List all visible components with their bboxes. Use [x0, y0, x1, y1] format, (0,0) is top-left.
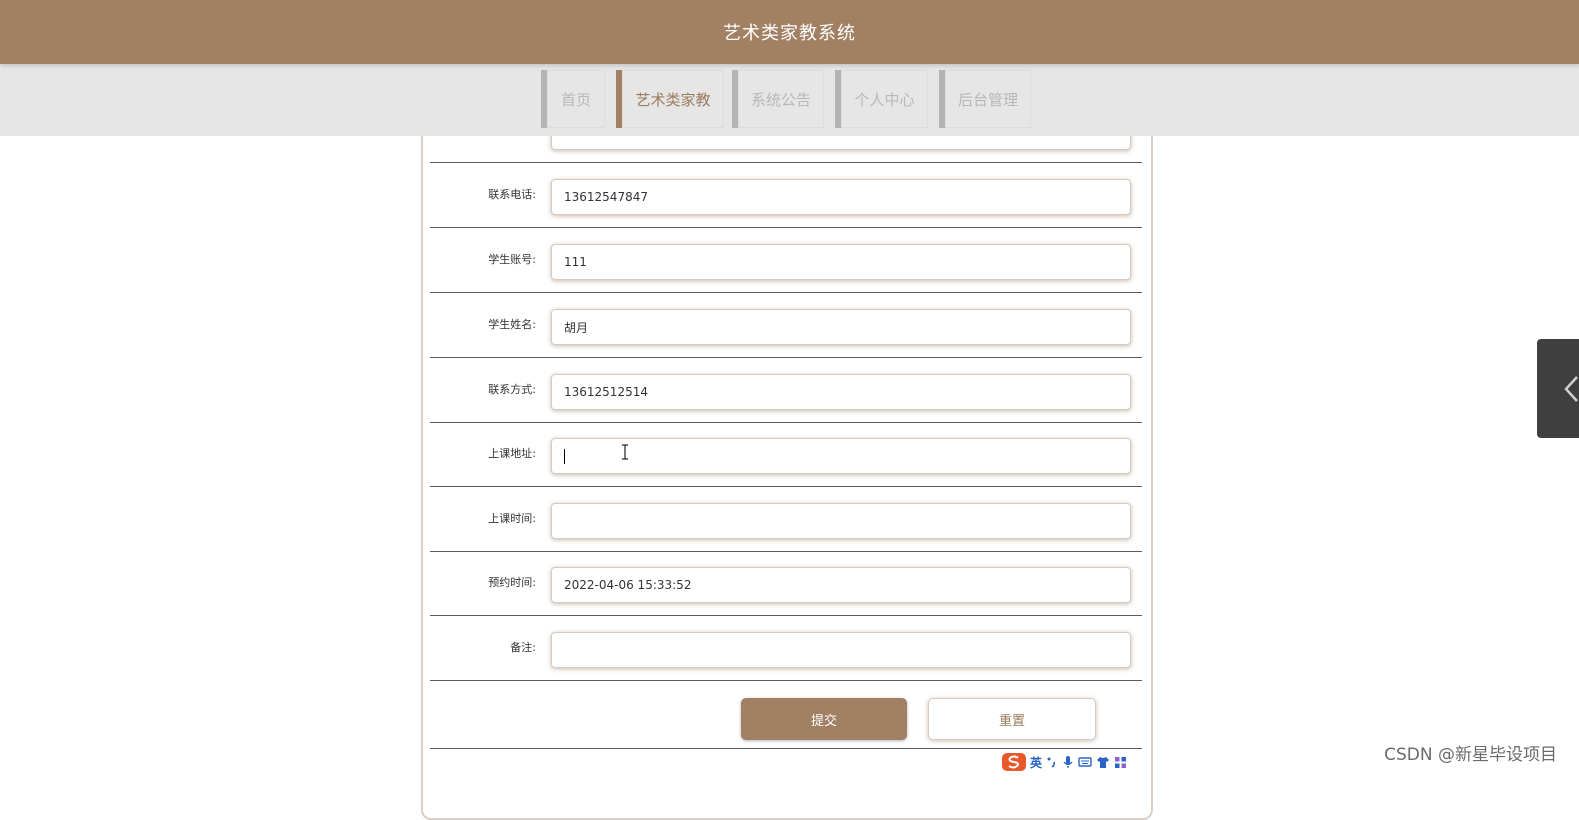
ime-toolbar[interactable]: 英	[1002, 751, 1150, 773]
sogou-logo-icon	[1002, 752, 1026, 772]
student-account-input[interactable]: 111	[551, 244, 1131, 280]
nav-item-announcements[interactable]: 系统公告	[732, 70, 824, 128]
contact-phone-input[interactable]: 13612547847	[551, 179, 1131, 215]
nav-item-personal-center[interactable]: 个人中心	[835, 70, 928, 128]
field-label: 上课时间:	[488, 512, 536, 525]
main-nav: 首页 艺术类家教 系统公告 个人中心 后台管理	[0, 64, 1579, 136]
form-row-contact-method: 联系方式: 13612512514	[430, 357, 1142, 423]
nav-item-label: 首页	[560, 90, 591, 109]
toolbox-grid-icon[interactable]	[1114, 756, 1127, 769]
nav-item-label: 个人中心	[854, 90, 915, 109]
booking-time-input[interactable]: 2022-04-06 15:33:52	[551, 567, 1131, 603]
form-row-remarks: 备注:	[430, 615, 1142, 681]
app-title: 艺术类家教系统	[723, 23, 856, 44]
contact-method-input[interactable]: 13612512514	[551, 374, 1131, 410]
submit-button[interactable]: 提交	[741, 698, 907, 740]
nav-item-label: 系统公告	[750, 90, 811, 109]
form-row-student-account: 学生账号: 111	[430, 227, 1142, 293]
nav-item-art-tutor[interactable]: 艺术类家教	[616, 70, 724, 128]
form-row-class-address: 上课地址:	[430, 421, 1142, 487]
field-label: 学生姓名:	[488, 318, 536, 331]
form-row-contact-phone: 联系电话: 13612547847	[430, 162, 1142, 228]
ime-mode-label[interactable]: 英	[1030, 754, 1042, 771]
side-panel-toggle[interactable]	[1537, 339, 1579, 438]
form-row-class-time: 上课时间:	[430, 486, 1142, 552]
skin-shirt-icon[interactable]	[1096, 756, 1110, 769]
field-label: 联系方式:	[488, 383, 536, 396]
class-address-input[interactable]	[551, 438, 1131, 474]
remarks-input[interactable]	[551, 632, 1131, 668]
field-label: 备注:	[510, 641, 536, 654]
nav-item-home[interactable]: 首页	[541, 70, 605, 128]
class-time-input[interactable]	[551, 503, 1131, 539]
nav-item-label: 艺术类家教	[635, 90, 711, 109]
reset-button[interactable]: 重置	[928, 698, 1096, 740]
microphone-icon[interactable]	[1062, 755, 1074, 769]
chevron-left-icon	[1564, 375, 1578, 402]
text-cursor-icon	[622, 444, 628, 460]
app-header: 艺术类家教系统	[0, 0, 1579, 64]
text-caret	[564, 448, 565, 464]
form-divider	[430, 748, 1142, 749]
watermark-text: CSDN @新星毕设项目	[1384, 745, 1557, 765]
nav-item-admin[interactable]: 后台管理	[939, 70, 1031, 128]
student-name-input[interactable]: 胡月	[551, 309, 1131, 345]
form-row-booking-time: 预约时间: 2022-04-06 15:33:52	[430, 550, 1142, 616]
field-label: 上课地址:	[488, 447, 536, 460]
nav-item-label: 后台管理	[957, 90, 1018, 109]
field-label: 联系电话:	[488, 188, 536, 201]
form-row-student-name: 学生姓名: 胡月	[430, 292, 1142, 358]
field-label: 预约时间:	[488, 576, 536, 589]
field-label: 学生账号:	[488, 253, 536, 266]
punctuation-icon[interactable]	[1046, 755, 1058, 769]
keyboard-icon[interactable]	[1078, 756, 1092, 768]
